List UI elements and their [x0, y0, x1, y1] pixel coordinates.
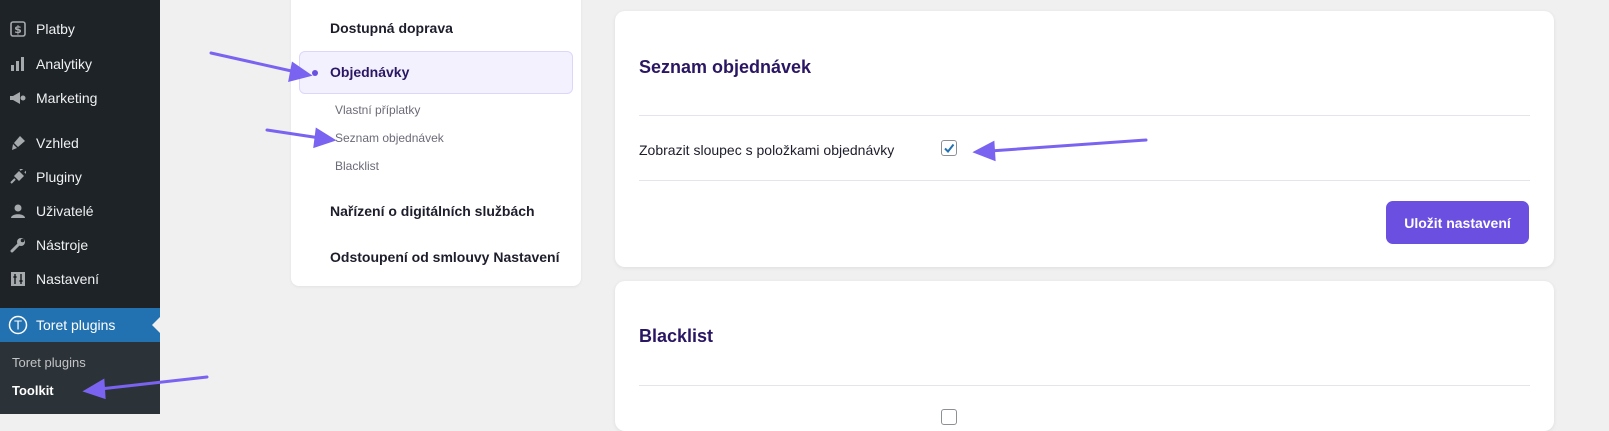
- sidebar-item-label: Platby: [36, 21, 75, 37]
- nav-item-dostupna-doprava[interactable]: Dostupná doprava: [330, 20, 453, 36]
- admin-sidebar: $ Platby Analytiky Marketing Vzhled Plug…: [0, 0, 160, 414]
- submenu-item-toolkit[interactable]: Toolkit: [12, 383, 54, 398]
- settings-nav: Dostupná doprava Objednávky Vlastní příp…: [291, 0, 581, 286]
- sidebar-item-toret-plugins[interactable]: T Toret plugins: [0, 308, 160, 342]
- sidebar-item-marketing[interactable]: Marketing: [0, 81, 160, 115]
- sidebar-item-vzhled[interactable]: Vzhled: [0, 126, 160, 160]
- sidebar-item-nastaveni[interactable]: Nastavení: [0, 262, 160, 296]
- sidebar-item-label: Nástroje: [36, 237, 89, 253]
- toret-logo-icon: T: [0, 315, 36, 335]
- sidebar-item-partial[interactable]: [0, 0, 160, 8]
- paintbrush-icon: [0, 135, 36, 151]
- sliders-icon: [0, 271, 36, 287]
- svg-text:T: T: [13, 319, 22, 333]
- nav-subitem-blacklist[interactable]: Blacklist: [335, 159, 379, 173]
- sidebar-item-label: Vzhled: [36, 135, 79, 151]
- sidebar-item-pluginy[interactable]: Pluginy: [0, 160, 160, 194]
- plug-icon: [0, 169, 36, 185]
- bar-chart-icon: [0, 56, 36, 72]
- divider: [639, 115, 1530, 116]
- orders-list-card: Seznam objednávek Zobrazit sloupec s pol…: [615, 11, 1554, 267]
- submenu-item-toret-plugins[interactable]: Toret plugins: [12, 355, 86, 370]
- dollar-icon: $: [0, 21, 36, 37]
- current-menu-arrow: [152, 317, 160, 333]
- svg-text:$: $: [14, 23, 22, 36]
- sidebar-item-uzivatele[interactable]: Uživatelé: [0, 194, 160, 228]
- megaphone-icon: [0, 90, 36, 106]
- show-order-items-checkbox[interactable]: [941, 140, 957, 156]
- sidebar-item-label: Pluginy: [36, 169, 82, 185]
- sidebar-item-label: Nastavení: [36, 271, 100, 287]
- document-icon: [0, 0, 36, 5]
- user-icon: [0, 203, 36, 219]
- divider: [639, 385, 1530, 386]
- checkmark-icon: [944, 143, 955, 154]
- blacklist-card: Blacklist: [615, 281, 1554, 431]
- sidebar-item-nastroje[interactable]: Nástroje: [0, 228, 160, 262]
- nav-item-odstoupeni-od-smlouvy[interactable]: Odstoupení od smlouvy Nastavení: [330, 249, 560, 265]
- nav-subitem-vlastni-priplatky[interactable]: Vlastní příplatky: [335, 103, 420, 117]
- nav-item-label: Objednávky: [330, 64, 410, 80]
- sidebar-item-label: Marketing: [36, 90, 98, 106]
- sidebar-item-label: Toret plugins: [36, 317, 116, 333]
- annotation-arrow: [209, 51, 298, 74]
- sidebar-submenu: Toret plugins Toolkit: [0, 342, 160, 414]
- sidebar-item-analytiky[interactable]: Analytiky: [0, 47, 160, 81]
- nav-item-narizeni-digitalni-sluzby[interactable]: Nařízení o digitálních službách: [330, 203, 535, 219]
- save-settings-button[interactable]: Uložit nastavení: [1386, 201, 1529, 244]
- card-title: Seznam objednávek: [639, 57, 812, 77]
- sidebar-item-label: Uživatelé: [36, 203, 94, 219]
- sidebar-item-label: Analytiky: [36, 56, 93, 72]
- nav-subitem-seznam-objednavek[interactable]: Seznam objednávek: [335, 131, 444, 145]
- active-dot-icon: [312, 70, 318, 76]
- nav-item-objednavky[interactable]: Objednávky: [299, 51, 573, 94]
- divider: [639, 180, 1530, 181]
- card-title: Blacklist: [639, 326, 714, 346]
- sidebar-item-platby[interactable]: $ Platby: [0, 12, 160, 46]
- blacklist-checkbox[interactable]: [941, 409, 957, 425]
- checkbox-label: Zobrazit sloupec s položkami objednávky: [639, 142, 895, 158]
- wrench-icon: [0, 237, 36, 253]
